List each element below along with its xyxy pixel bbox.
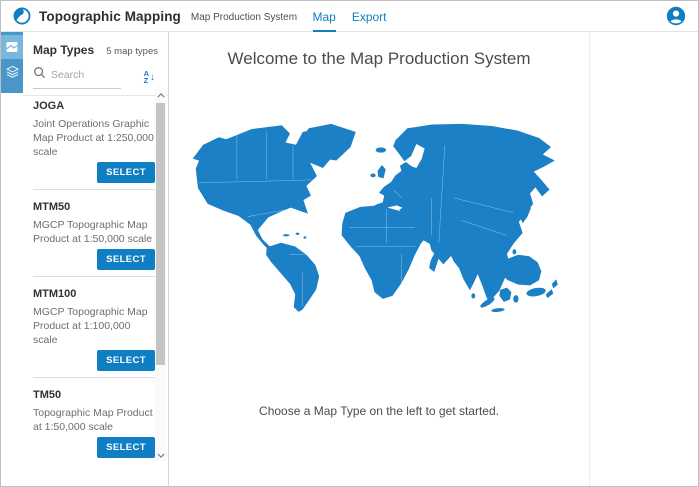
instruction-text: Choose a Map Type on the left to get sta… bbox=[169, 404, 589, 418]
tab-map[interactable]: Map bbox=[312, 1, 335, 32]
map-type-item: MTM50 MGCP Topographic Map Product at 1:… bbox=[33, 190, 155, 277]
map-type-list: JOGA Joint Operations Graphic Map Produc… bbox=[23, 89, 155, 461]
app-header: Topographic Mapping Map Production Syste… bbox=[1, 1, 698, 32]
map-types-panel: Map Types 5 map types AZ ↓ JOGA Joint bbox=[23, 32, 169, 487]
world-map bbox=[192, 123, 566, 312]
panel-title: Map Types bbox=[33, 43, 94, 57]
select-button[interactable]: SELECT bbox=[97, 350, 155, 371]
header-tabs: Map Export bbox=[312, 1, 386, 32]
select-button[interactable]: SELECT bbox=[97, 437, 155, 458]
app-subtitle: Map Production System bbox=[191, 12, 297, 23]
widget-rail bbox=[1, 32, 23, 487]
app-title: Topographic Mapping bbox=[39, 9, 181, 24]
select-button[interactable]: SELECT bbox=[97, 249, 155, 270]
map-type-name: JOGA bbox=[33, 95, 155, 113]
welcome-title: Welcome to the Map Production System bbox=[169, 49, 589, 69]
map-widget-icon[interactable] bbox=[1, 35, 23, 59]
map-type-item: TM50 Topographic Map Product at 1:50,000… bbox=[33, 378, 155, 461]
map-type-name: MTM100 bbox=[33, 283, 155, 301]
map-type-name: MTM50 bbox=[33, 196, 155, 214]
search-input[interactable] bbox=[51, 69, 115, 81]
map-type-name: TM50 bbox=[33, 384, 155, 402]
map-type-item: MTM100 MGCP Topographic Map Product at 1… bbox=[33, 277, 155, 378]
chevron-down-icon[interactable] bbox=[155, 449, 166, 461]
globe-icon bbox=[13, 7, 31, 25]
map-type-count: 5 map types bbox=[106, 46, 158, 57]
main-content: Welcome to the Map Production System bbox=[169, 32, 699, 487]
sort-az-icon[interactable]: AZ ↓ bbox=[144, 71, 155, 84]
user-avatar-icon[interactable] bbox=[666, 6, 686, 26]
map-type-description: Joint Operations Graphic Map Product at … bbox=[33, 117, 155, 159]
welcome-card: Welcome to the Map Production System bbox=[169, 32, 590, 487]
scrollbar-thumb[interactable] bbox=[156, 103, 165, 365]
search-icon bbox=[33, 66, 46, 84]
sidebar-scrollbar[interactable] bbox=[155, 89, 166, 461]
chevron-up-icon[interactable] bbox=[155, 89, 166, 101]
map-type-description: MGCP Topographic Map Product at 1:50,000… bbox=[33, 218, 155, 246]
tab-export[interactable]: Export bbox=[352, 1, 387, 32]
layers-icon[interactable] bbox=[1, 59, 23, 83]
search-box bbox=[33, 66, 121, 89]
select-button[interactable]: SELECT bbox=[97, 162, 155, 183]
map-type-item: JOGA Joint Operations Graphic Map Produc… bbox=[33, 89, 155, 190]
app-window: Topographic Mapping Map Production Syste… bbox=[0, 0, 699, 487]
map-type-description: Topographic Map Product at 1:50,000 scal… bbox=[33, 406, 155, 434]
map-type-description: MGCP Topographic Map Product at 1:100,00… bbox=[33, 305, 155, 347]
